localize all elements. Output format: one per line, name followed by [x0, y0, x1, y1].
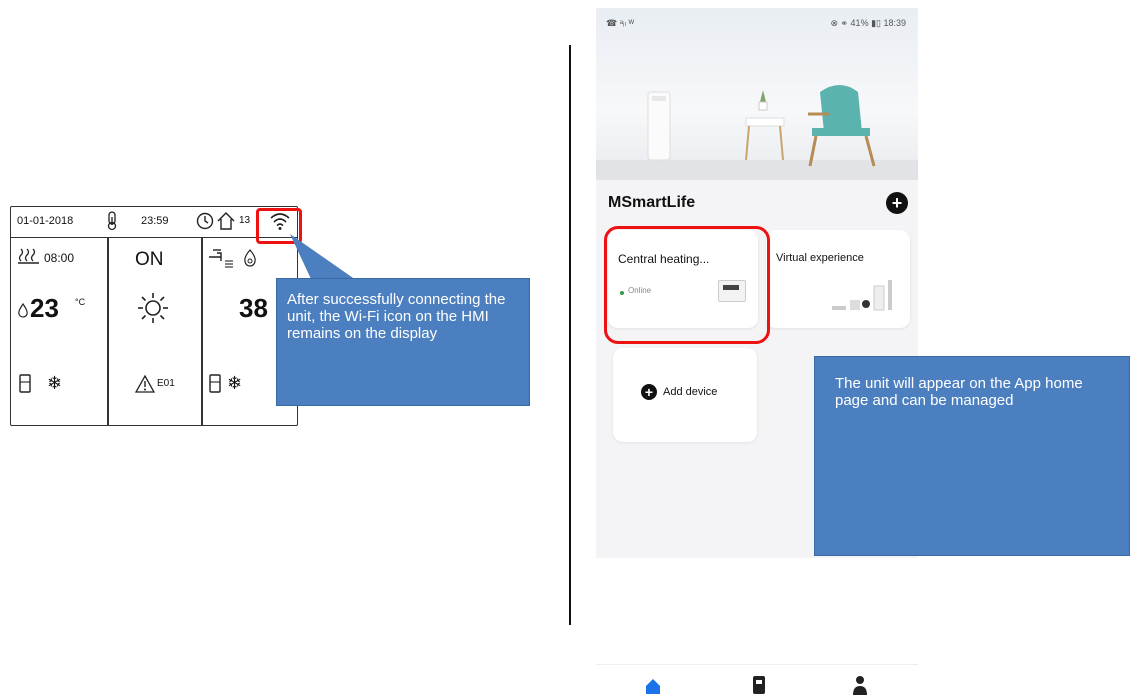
add-device-plus-icon: + — [641, 384, 657, 400]
bottom-navbar — [596, 664, 918, 695]
device-highlight-ring — [604, 226, 770, 344]
person-icon[interactable] — [852, 675, 868, 700]
appliances-thumbnail-icon — [832, 280, 892, 311]
virtual-card-name: Virtual experience — [776, 252, 864, 264]
virtual-experience-card[interactable]: Virtual experience — [766, 230, 910, 328]
add-device-card[interactable]: + Add device — [613, 348, 757, 442]
status-bar-left: ☎ ᵃᵢₗ ᵂ — [606, 18, 635, 28]
plus-icon[interactable]: + — [886, 192, 908, 214]
hmi-callout: After successfully connecting the unit, … — [276, 278, 530, 406]
status-bar-right: ⊗ ⚭ 41% ▮▯ 18:39 — [830, 18, 906, 28]
add-device-label: Add device — [663, 386, 718, 398]
callout-pointers — [290, 234, 826, 430]
room-illustration — [596, 85, 918, 180]
app-callout: The unit will appear on the App home pag… — [814, 356, 1130, 556]
hero-banner: ☎ ᵃᵢₗ ᵂ ⊗ ⚭ 41% ▮▯ 18:39 — [596, 8, 918, 180]
app-title: MSmartLife — [608, 194, 696, 211]
device-icon[interactable] — [752, 675, 766, 700]
section-divider — [569, 45, 571, 625]
home-icon[interactable] — [644, 677, 662, 700]
